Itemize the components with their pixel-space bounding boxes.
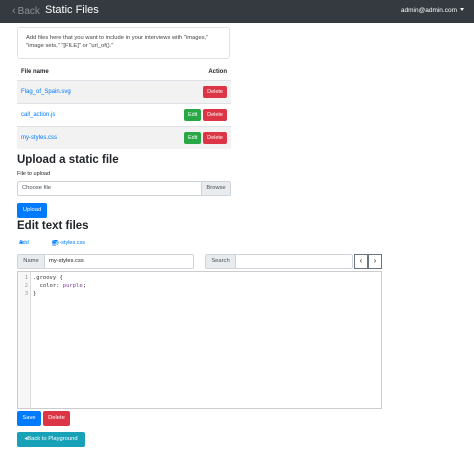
search-field[interactable]: Search [205, 254, 353, 269]
back-label: Back [17, 6, 40, 17]
caret-down-icon [460, 8, 464, 11]
add-label: Add [19, 240, 29, 246]
search-next-button[interactable]: › [368, 254, 382, 269]
filename-value: my-styles.css [49, 258, 84, 264]
css-property: color: [33, 283, 60, 289]
files-table: File name Action Flag_of_Spain.svg Delet… [17, 64, 231, 149]
file-chooser-placeholder: Choose file [22, 185, 52, 191]
table-row: Flag_of_Spain.svg Delete [17, 80, 231, 104]
code-line: .groovy { [33, 275, 63, 281]
table-row: my-styles.css Edit Delete [17, 126, 231, 149]
user-email: admin@admin.com [400, 7, 457, 14]
page-title: Static Files [45, 4, 99, 16]
file-link[interactable]: call_action.js [21, 112, 55, 118]
code-line: } [33, 291, 37, 297]
line-number: 2 [24, 283, 28, 289]
css-value: purple [59, 283, 83, 289]
info-text: Add files here that you want to include … [26, 35, 209, 49]
file-link[interactable]: my-styles.css [21, 135, 57, 141]
line-number-gutter: 1 2 3 [18, 272, 31, 408]
filename-field[interactable]: Name my-styles.css [17, 254, 194, 269]
table-row: call_action.js Edit Delete [17, 103, 231, 127]
file-to-upload-label: File to upload [17, 171, 51, 177]
code-punct: ; [82, 283, 86, 289]
back-to-playground-button[interactable]: ◂Back to Playground [17, 432, 85, 447]
search-previous-button[interactable]: ‹ [354, 254, 368, 269]
delete-file-button[interactable]: Delete [203, 132, 227, 144]
line-number: 1 [24, 275, 28, 281]
code-editor[interactable]: 1 2 3 .groovy { color: purple; } [17, 271, 382, 409]
save-button[interactable]: Save [17, 411, 41, 426]
name-label: Name [18, 255, 45, 268]
delete-button[interactable]: Delete [43, 411, 70, 426]
info-card: Add files here that you want to include … [17, 27, 230, 59]
user-menu[interactable]: admin@admin.com [401, 7, 464, 14]
browse-button[interactable]: Browse [201, 182, 230, 195]
line-number: 3 [24, 291, 28, 297]
back-to-playground-label: Back to Playground [27, 436, 78, 442]
chevron-left-icon: ‹ [12, 5, 16, 17]
chevron-left-icon: ‹ [359, 256, 363, 265]
caret-down-icon [54, 240, 58, 242]
file-link[interactable]: Flag_of_Spain.svg [21, 89, 71, 95]
edit-heading: Edit text files [17, 220, 89, 232]
edit-file-button[interactable]: Edit [183, 132, 202, 144]
upload-heading: Upload a static file [17, 154, 119, 166]
delete-file-button[interactable]: Delete [203, 109, 227, 121]
edit-file-button[interactable]: Edit [183, 109, 202, 121]
upload-button[interactable]: Upload [17, 203, 47, 218]
file-chooser[interactable]: Choose file Browse [17, 181, 231, 196]
back-link[interactable]: ‹ Back [12, 5, 40, 17]
navbar: ‹ Back Static Files admin@admin.com [0, 0, 474, 23]
column-header-file-name: File name [17, 64, 131, 81]
search-label: Search [206, 255, 236, 268]
chevron-right-icon: › [373, 256, 377, 265]
code-line: color: purple; [33, 283, 86, 289]
delete-file-button[interactable]: Delete [203, 86, 227, 98]
table-header-row: File name Action [17, 64, 231, 81]
column-header-action: Action [130, 64, 231, 81]
